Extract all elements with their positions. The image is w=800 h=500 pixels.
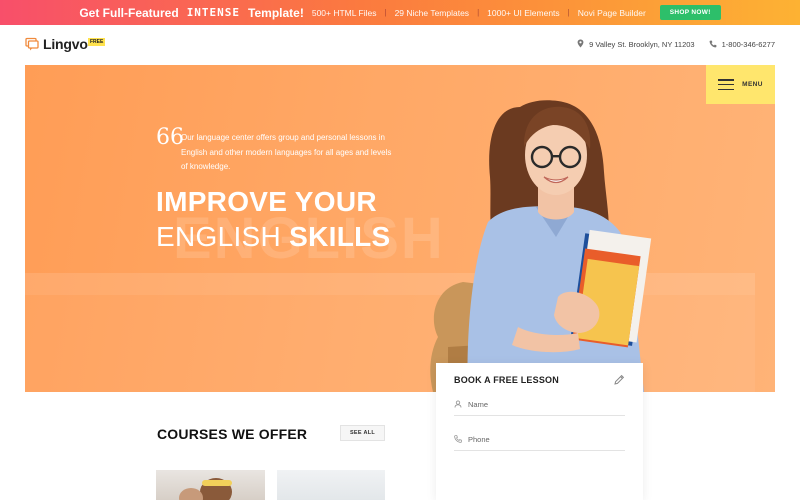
phone-text: 1-800-346-6277: [721, 40, 775, 49]
contact-info: 9 Valley St. Brooklyn, NY 11203 1-800-34…: [577, 39, 775, 50]
phone-icon: [454, 434, 462, 445]
phone[interactable]: 1-800-346-6277: [709, 40, 775, 50]
course-card-image[interactable]: [156, 470, 265, 500]
student-photo: [430, 100, 652, 392]
courses-heading: COURSES WE OFFER: [157, 426, 308, 442]
hero-description: Our language center offers group and per…: [181, 133, 392, 171]
address-text: 9 Valley St. Brooklyn, NY 11203: [589, 40, 695, 49]
free-badge: FREE: [88, 38, 106, 46]
quote-icon: 66: [156, 125, 184, 150]
name-field[interactable]: [454, 394, 625, 416]
shop-now-button[interactable]: SHOP NOW!: [659, 5, 721, 20]
promo-separator: |: [384, 8, 387, 17]
promo-feature-4: Novi Page Builder: [577, 7, 646, 18]
promo-separator: |: [567, 8, 570, 17]
site-header: Lingvo FREE 9 Valley St. Brooklyn, NY 11…: [0, 25, 800, 65]
promo-separator: |: [477, 8, 480, 17]
phone-input[interactable]: [468, 435, 608, 444]
menu-button[interactable]: MENU: [706, 65, 775, 104]
booking-title: BOOK A FREE LESSON: [454, 375, 559, 385]
chat-bubble-icon: [25, 37, 39, 51]
hero-title-line2: ENGLISH SKILLS: [156, 221, 390, 253]
menu-label: MENU: [742, 81, 763, 88]
promo-feature-3: 1000+ UI Elements: [487, 7, 560, 18]
course-card-image[interactable]: [277, 470, 385, 500]
booking-form: BOOK A FREE LESSON: [436, 363, 643, 500]
hero-title-bold: SKILLS: [289, 221, 391, 252]
location-pin-icon: [577, 39, 584, 50]
hamburger-icon: [718, 79, 735, 90]
logo-text: Lingvo: [43, 36, 88, 52]
phone-icon: [709, 40, 717, 50]
promo-feature-2: 29 Niche Templates: [394, 7, 470, 18]
hero-title-line1: IMPROVE YOUR: [156, 186, 377, 217]
promo-feature-1: 500+ HTML Files: [311, 7, 377, 18]
hero-title-light: ENGLISH: [156, 221, 282, 252]
hero-section: ENGLISH 66 Our language center offers gr…: [25, 65, 775, 392]
promo-tail: Template!: [248, 5, 304, 20]
name-input[interactable]: [468, 400, 608, 409]
pencil-icon: [613, 373, 625, 391]
address[interactable]: 9 Valley St. Brooklyn, NY 11203: [577, 39, 695, 50]
see-all-button[interactable]: SEE ALL: [340, 425, 385, 441]
phone-field[interactable]: [454, 429, 625, 451]
logo[interactable]: Lingvo: [25, 36, 88, 52]
promo-banner[interactable]: Get Full-Featured INTENSE Template! 500+…: [0, 0, 800, 25]
promo-lead: Get Full-Featured: [79, 5, 179, 20]
user-icon: [454, 399, 462, 410]
promo-brand: INTENSE: [186, 6, 241, 19]
